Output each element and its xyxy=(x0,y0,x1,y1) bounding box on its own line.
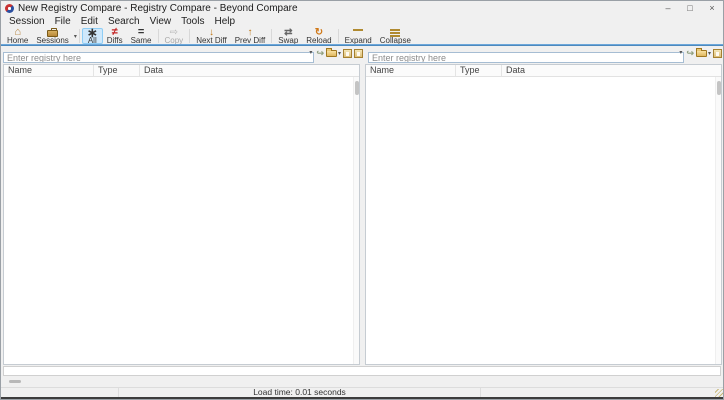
briefcase-icon xyxy=(47,28,59,37)
beyond-compare-logo-icon xyxy=(5,4,14,13)
status-segment-left xyxy=(1,388,119,397)
toolbar-next-diff-button[interactable]: ↓ Next Diff xyxy=(192,28,231,45)
window-controls: – □ × xyxy=(657,1,723,16)
left-registry-combo: ▾ xyxy=(3,48,315,63)
toolbar-sessions-button[interactable]: Sessions ▾ xyxy=(32,28,77,45)
bottom-band xyxy=(1,376,723,387)
toolbar: ⌂ Home Sessions ▾ ∗ All ≠ Diffs = Same ⇨… xyxy=(1,26,723,45)
left-vertical-scrollbar[interactable] xyxy=(353,77,359,364)
left-registry-hive-icon-2[interactable] xyxy=(354,48,363,58)
status-segment-right xyxy=(481,388,723,397)
status-load-time: Load time: 0.01 seconds xyxy=(119,388,481,397)
left-scrollbar-thumb[interactable] xyxy=(355,81,359,95)
right-column-header-name[interactable]: Name xyxy=(366,65,456,76)
folder-icon xyxy=(695,47,707,57)
left-path-group: ▾ ↪ ▾ xyxy=(3,47,363,63)
menu-session[interactable]: Session xyxy=(4,16,50,28)
statusbar: Load time: 0.01 seconds xyxy=(1,387,723,397)
toolbar-separator xyxy=(189,29,191,43)
splitter-handle[interactable] xyxy=(9,380,21,383)
toolbar-same-button[interactable]: = Same xyxy=(127,27,156,45)
right-path-group: ▾ ↪ ▾ xyxy=(368,47,722,63)
folder-dropdown-icon: ▾ xyxy=(707,50,711,57)
toolbar-separator xyxy=(78,29,80,43)
sessions-dropdown-icon[interactable]: ▾ xyxy=(74,33,77,40)
right-column-header-data[interactable]: Data xyxy=(502,65,721,76)
toolbar-reload-button[interactable]: ↻ Reload xyxy=(302,28,335,45)
toolbar-diffs-button[interactable]: ≠ Diffs xyxy=(103,27,127,45)
menubar: Session File Edit Search View Tools Help xyxy=(1,16,723,28)
right-scrollbar-thumb[interactable] xyxy=(717,81,721,95)
right-column-header-type[interactable]: Type xyxy=(456,65,502,76)
toolbar-swap-button[interactable]: ⇄ Swap xyxy=(274,28,302,45)
left-pane: Name Type Data xyxy=(3,64,360,365)
minimize-button[interactable]: – xyxy=(657,1,679,16)
left-registry-input[interactable] xyxy=(3,52,315,63)
window-title: New Registry Compare - Registry Compare … xyxy=(18,3,298,14)
toolbar-separator xyxy=(157,29,159,43)
menu-tools[interactable]: Tools xyxy=(176,16,209,28)
right-registry-dropdown-icon[interactable]: ▾ xyxy=(679,50,682,57)
folder-dropdown-icon: ▾ xyxy=(337,50,341,57)
menu-help[interactable]: Help xyxy=(209,16,240,28)
toolbar-expand-button[interactable]: Expand xyxy=(341,28,376,45)
toolbar-prev-diff-button[interactable]: ↑ Prev Diff xyxy=(231,28,270,45)
beyond-compare-window: New Registry Compare - Registry Compare … xyxy=(0,0,724,400)
lower-panel xyxy=(3,366,721,376)
left-browse-folder-button[interactable]: ▾ xyxy=(325,47,341,57)
maximize-button[interactable]: □ xyxy=(679,1,701,16)
left-pane-header: Name Type Data xyxy=(4,65,359,77)
toolbar-home-button[interactable]: ⌂ Home xyxy=(3,27,32,45)
left-jump-arrow-icon[interactable]: ↪ xyxy=(316,48,324,59)
toolbar-copy-button: ⇨ Copy xyxy=(164,27,184,45)
left-column-header-data[interactable]: Data xyxy=(140,65,359,76)
toolbar-separator xyxy=(271,29,273,43)
resize-grip[interactable] xyxy=(715,389,723,397)
right-pane-header: Name Type Data xyxy=(366,65,721,77)
window-bottom-edge xyxy=(1,397,723,399)
right-vertical-scrollbar[interactable] xyxy=(715,77,721,364)
right-tree-body[interactable] xyxy=(366,77,721,364)
menu-file[interactable]: File xyxy=(50,16,76,28)
folder-icon xyxy=(325,47,337,57)
right-jump-arrow-icon[interactable]: ↪ xyxy=(686,48,694,59)
titlebar: New Registry Compare - Registry Compare … xyxy=(1,1,723,16)
right-browse-folder-button[interactable]: ▾ xyxy=(695,47,711,57)
expand-tree-icon xyxy=(352,28,364,37)
right-registry-combo: ▾ xyxy=(368,48,685,63)
right-registry-hive-icon[interactable] xyxy=(713,48,722,58)
toolbar-all-button[interactable]: ∗ All xyxy=(81,26,103,45)
left-registry-dropdown-icon[interactable]: ▾ xyxy=(309,50,312,57)
left-column-header-type[interactable]: Type xyxy=(94,65,140,76)
left-column-header-name[interactable]: Name xyxy=(4,65,94,76)
left-registry-hive-icon[interactable] xyxy=(343,48,352,58)
right-pane: Name Type Data xyxy=(365,64,722,365)
right-registry-input[interactable] xyxy=(368,52,685,63)
collapse-tree-icon xyxy=(389,28,401,37)
path-row: ▾ ↪ ▾ ▾ ↪ ▾ xyxy=(1,46,723,63)
toolbar-collapse-button[interactable]: Collapse xyxy=(376,28,415,45)
close-button[interactable]: × xyxy=(701,1,723,16)
toolbar-separator xyxy=(337,29,339,43)
compare-panes: Name Type Data Name Type Data xyxy=(1,64,723,365)
left-tree-body[interactable] xyxy=(4,77,359,364)
